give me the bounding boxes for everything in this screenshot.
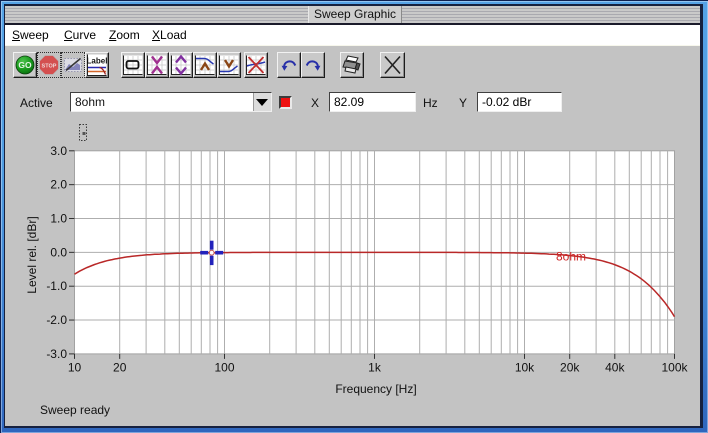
svg-text:100k: 100k	[661, 360, 688, 374]
svg-text:20k: 20k	[560, 360, 580, 374]
svg-text:100: 100	[214, 360, 234, 374]
svg-text:3.0: 3.0	[50, 143, 67, 157]
svg-text:STOP: STOP	[42, 63, 57, 69]
svg-text:-2.0: -2.0	[46, 313, 67, 327]
svg-text:1k: 1k	[368, 360, 382, 374]
svg-text:10: 10	[68, 360, 82, 374]
svg-text:20: 20	[113, 360, 127, 374]
svg-text:-3.0: -3.0	[46, 346, 67, 360]
svg-text:10k: 10k	[515, 360, 535, 374]
svg-text:0.0: 0.0	[50, 245, 67, 259]
svg-text:8ohm: 8ohm	[556, 249, 586, 263]
svg-text:40k: 40k	[605, 360, 625, 374]
svg-text:2.0: 2.0	[50, 177, 67, 191]
svg-text:-1.0: -1.0	[46, 279, 67, 293]
svg-text:GO: GO	[18, 60, 32, 70]
svg-text:1.0: 1.0	[50, 211, 67, 225]
svg-text:Label: Label	[87, 56, 108, 65]
